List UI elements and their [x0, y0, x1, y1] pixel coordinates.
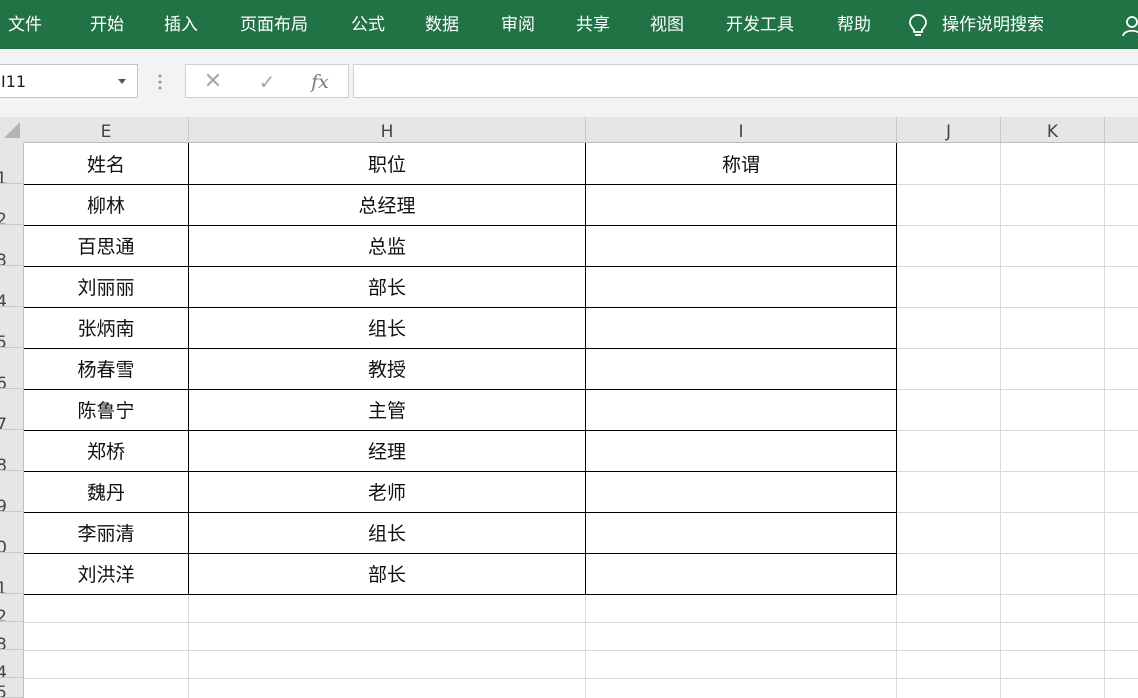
row-header-4[interactable]: 4 — [0, 266, 24, 307]
insert-function-icon[interactable]: fx — [305, 65, 335, 99]
column-header-k[interactable]: K — [1001, 117, 1105, 143]
tab-share[interactable]: 共享 — [576, 0, 610, 49]
header-cell-title[interactable]: 称谓 — [586, 143, 896, 184]
table-cell-position[interactable]: 经理 — [189, 430, 585, 471]
row-header-12[interactable]: 12 — [0, 594, 24, 622]
table-cell-name[interactable]: 杨春雪 — [24, 348, 188, 389]
table-cell-title[interactable] — [586, 471, 896, 512]
gridline — [24, 622, 1138, 623]
table-cell-title[interactable] — [586, 553, 896, 594]
table-cell-name[interactable]: 张炳南 — [24, 307, 188, 348]
table-cell-title[interactable] — [586, 184, 896, 225]
column-header-h[interactable]: H — [189, 117, 586, 143]
gridline — [24, 650, 1138, 651]
tab-data[interactable]: 数据 — [425, 0, 459, 49]
gridline — [1104, 143, 1105, 698]
table-cell-name[interactable]: 刘丽丽 — [24, 266, 188, 307]
header-cell-position[interactable]: 职位 — [189, 143, 585, 184]
table-cell-title[interactable] — [586, 266, 896, 307]
table-cell-title[interactable] — [586, 307, 896, 348]
table-cell-position[interactable]: 教授 — [189, 348, 585, 389]
cancel-icon[interactable]: ✕ — [198, 65, 228, 99]
enter-icon[interactable]: ✓ — [252, 65, 282, 99]
table-cell-position[interactable]: 总经理 — [189, 184, 585, 225]
tab-home[interactable]: 开始 — [90, 0, 124, 49]
formula-input[interactable] — [353, 64, 1138, 98]
row-header-3[interactable]: 3 — [0, 225, 24, 266]
row-header-10[interactable]: 10 — [0, 512, 24, 553]
table-cell-title[interactable] — [586, 512, 896, 553]
row-header-5[interactable]: 5 — [0, 307, 24, 348]
column-header-e[interactable]: E — [24, 117, 189, 143]
row-header-13[interactable]: 13 — [0, 622, 24, 650]
person-icon[interactable] — [1122, 15, 1138, 37]
formula-buttons: ✕ ✓ fx — [185, 64, 349, 98]
table-border — [896, 143, 897, 595]
table-cell-title[interactable] — [586, 389, 896, 430]
table-cell-position[interactable]: 部长 — [189, 553, 585, 594]
select-all-triangle-icon[interactable] — [4, 122, 20, 138]
table-cell-name[interactable]: 郑桥 — [24, 430, 188, 471]
column-header-j[interactable]: J — [897, 117, 1001, 143]
gridline — [24, 678, 1138, 679]
table-cell-position[interactable]: 部长 — [189, 266, 585, 307]
table-cell-name[interactable]: 刘洪洋 — [24, 553, 188, 594]
row-header-7[interactable]: 7 — [0, 389, 24, 430]
name-box-value: I11 — [1, 72, 27, 91]
table-cell-name[interactable]: 百思通 — [24, 225, 188, 266]
row-header-15[interactable]: 15 — [0, 678, 24, 698]
tell-me-search[interactable]: 操作说明搜索 — [942, 0, 1044, 49]
row-header-9[interactable]: 9 — [0, 471, 24, 512]
ribbon-menu-bar: 文件 开始 插入 页面布局 公式 数据 审阅 共享 视图 开发工具 帮助 操作说… — [0, 0, 1138, 49]
table-cell-title[interactable] — [586, 225, 896, 266]
tab-review[interactable]: 审阅 — [501, 0, 535, 49]
row-header-11[interactable]: 11 — [0, 553, 24, 594]
table-cell-position[interactable]: 老师 — [189, 471, 585, 512]
row-header-8[interactable]: 8 — [0, 430, 24, 471]
vertical-dots-icon[interactable] — [158, 73, 162, 91]
name-box[interactable]: I11 — [0, 64, 138, 98]
table-cell-title[interactable] — [586, 430, 896, 471]
tab-insert[interactable]: 插入 — [164, 0, 198, 49]
table-border — [24, 594, 897, 595]
table-cell-position[interactable]: 组长 — [189, 512, 585, 553]
table-cell-position[interactable]: 主管 — [189, 389, 585, 430]
lightbulb-icon[interactable] — [906, 13, 930, 39]
row-header-6[interactable]: 6 — [0, 348, 24, 389]
tab-developer[interactable]: 开发工具 — [726, 0, 794, 49]
table-cell-position[interactable]: 组长 — [189, 307, 585, 348]
row-header-14[interactable]: 14 — [0, 650, 24, 678]
column-header-i[interactable]: I — [586, 117, 897, 143]
tab-formulas[interactable]: 公式 — [351, 0, 385, 49]
table-cell-name[interactable]: 李丽清 — [24, 512, 188, 553]
gridline — [1000, 143, 1001, 698]
tab-file[interactable]: 文件 — [8, 0, 42, 49]
tab-help[interactable]: 帮助 — [837, 0, 871, 49]
table-cell-name[interactable]: 魏丹 — [24, 471, 188, 512]
table-cell-name[interactable]: 柳林 — [24, 184, 188, 225]
table-cell-name[interactable]: 陈鲁宁 — [24, 389, 188, 430]
table-cell-title[interactable] — [586, 348, 896, 389]
table-cell-position[interactable]: 总监 — [189, 225, 585, 266]
header-cell-name[interactable]: 姓名 — [24, 143, 188, 184]
tab-view[interactable]: 视图 — [650, 0, 684, 49]
row-header-2[interactable]: 2 — [0, 184, 24, 225]
chevron-down-icon[interactable] — [118, 79, 126, 84]
tab-page-layout[interactable]: 页面布局 — [240, 0, 308, 49]
row-header-1[interactable]: 1 — [0, 143, 24, 184]
